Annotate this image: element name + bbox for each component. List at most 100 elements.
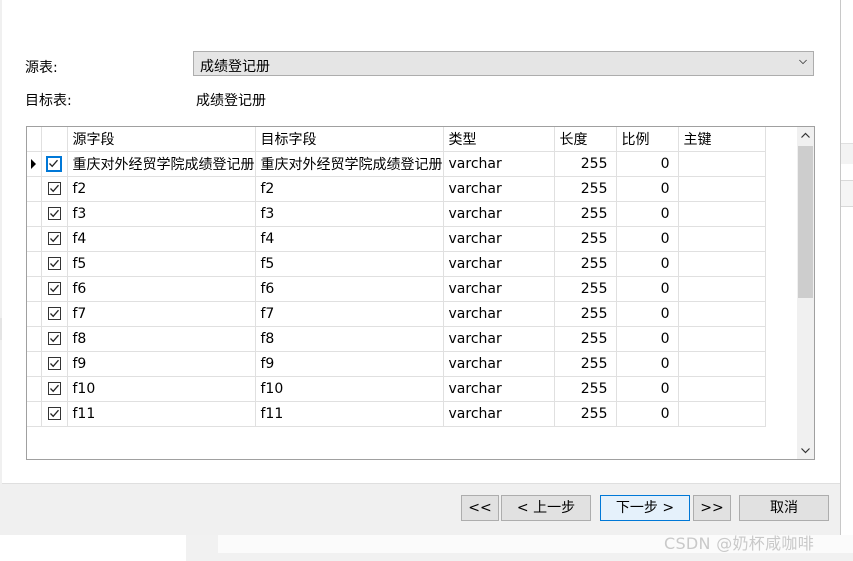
row-checkbox-cell[interactable]: [41, 376, 68, 402]
row-checkbox-cell[interactable]: [41, 176, 68, 202]
primary-key-cell[interactable]: [678, 401, 766, 427]
vertical-scrollbar[interactable]: [797, 127, 814, 459]
type-cell[interactable]: varchar: [443, 326, 555, 352]
type-cell[interactable]: varchar: [443, 301, 555, 327]
length-cell[interactable]: 255: [554, 251, 617, 277]
primary-key-cell[interactable]: [678, 276, 766, 302]
row-checkbox-cell[interactable]: [41, 326, 68, 352]
row-header[interactable]: [27, 151, 42, 177]
last-step-button[interactable]: >>: [693, 495, 731, 521]
column-header-source-field[interactable]: 源字段: [67, 127, 256, 152]
type-cell[interactable]: varchar: [443, 151, 555, 177]
source-field-cell[interactable]: f7: [67, 301, 256, 327]
include-field-checkbox[interactable]: [47, 207, 61, 220]
type-cell[interactable]: varchar: [443, 401, 555, 427]
source-field-cell[interactable]: f3: [67, 201, 256, 227]
row-header[interactable]: [27, 376, 42, 402]
row-checkbox-cell[interactable]: [41, 226, 68, 252]
length-cell[interactable]: 255: [554, 376, 617, 402]
type-cell[interactable]: varchar: [443, 176, 555, 202]
row-header[interactable]: [27, 301, 42, 327]
scale-cell[interactable]: 0: [616, 326, 679, 352]
primary-key-cell[interactable]: [678, 201, 766, 227]
scale-cell[interactable]: 0: [616, 276, 679, 302]
row-header[interactable]: [27, 326, 42, 352]
row-header[interactable]: [27, 251, 42, 277]
include-field-checkbox[interactable]: [47, 382, 61, 395]
type-cell[interactable]: varchar: [443, 201, 555, 227]
table-row[interactable]: f5 f5 varchar 255 0: [27, 251, 766, 277]
source-field-cell[interactable]: f2: [67, 176, 256, 202]
row-checkbox-cell[interactable]: [41, 151, 68, 177]
source-field-cell[interactable]: f8: [67, 326, 256, 352]
include-field-checkbox[interactable]: [47, 357, 61, 370]
scale-cell[interactable]: 0: [616, 176, 679, 202]
scale-cell[interactable]: 0: [616, 376, 679, 402]
length-cell[interactable]: 255: [554, 326, 617, 352]
include-field-checkbox[interactable]: [47, 182, 61, 195]
first-step-button[interactable]: <<: [461, 495, 499, 521]
length-cell[interactable]: 255: [554, 201, 617, 227]
scale-cell[interactable]: 0: [616, 301, 679, 327]
source-field-cell[interactable]: f4: [67, 226, 256, 252]
scale-cell[interactable]: 0: [616, 226, 679, 252]
table-row[interactable]: f7 f7 varchar 255 0: [27, 301, 766, 327]
length-cell[interactable]: 255: [554, 351, 617, 377]
source-table-combobox[interactable]: 成绩登记册: [193, 51, 814, 76]
source-field-cell[interactable]: 重庆对外经贸学院成绩登记册: [67, 151, 256, 177]
cancel-button[interactable]: 取消: [739, 495, 829, 521]
row-checkbox-cell[interactable]: [41, 401, 68, 427]
row-header[interactable]: [27, 201, 42, 227]
primary-key-cell[interactable]: [678, 176, 766, 202]
source-field-cell[interactable]: f6: [67, 276, 256, 302]
include-field-checkbox[interactable]: [47, 257, 61, 270]
target-field-cell[interactable]: f8: [255, 326, 444, 352]
primary-key-cell[interactable]: [678, 326, 766, 352]
include-field-checkbox[interactable]: [47, 307, 61, 320]
table-row[interactable]: f11 f11 varchar 255 0: [27, 401, 766, 427]
target-field-cell[interactable]: f2: [255, 176, 444, 202]
source-field-cell[interactable]: f5: [67, 251, 256, 277]
length-cell[interactable]: 255: [554, 301, 617, 327]
primary-key-cell[interactable]: [678, 301, 766, 327]
table-row[interactable]: f3 f3 varchar 255 0: [27, 201, 766, 227]
scrollbar-thumb[interactable]: [798, 146, 813, 298]
table-row[interactable]: f6 f6 varchar 255 0: [27, 276, 766, 302]
type-cell[interactable]: varchar: [443, 351, 555, 377]
scale-cell[interactable]: 0: [616, 151, 679, 177]
row-checkbox-cell[interactable]: [41, 276, 68, 302]
include-field-checkbox[interactable]: [47, 407, 61, 420]
row-header[interactable]: [27, 176, 42, 202]
target-field-cell[interactable]: f11: [255, 401, 444, 427]
table-row[interactable]: f4 f4 varchar 255 0: [27, 226, 766, 252]
table-row[interactable]: 重庆对外经贸学院成绩登记册 重庆对外经贸学院成绩登记册 varchar 255 0: [27, 151, 766, 177]
row-checkbox-cell[interactable]: [41, 301, 68, 327]
type-cell[interactable]: varchar: [443, 376, 555, 402]
target-field-cell[interactable]: 重庆对外经贸学院成绩登记册: [255, 151, 444, 177]
row-header[interactable]: [27, 276, 42, 302]
primary-key-cell[interactable]: [678, 251, 766, 277]
primary-key-cell[interactable]: [678, 226, 766, 252]
table-row[interactable]: f9 f9 varchar 255 0: [27, 351, 766, 377]
source-field-cell[interactable]: f11: [67, 401, 256, 427]
row-checkbox-cell[interactable]: [41, 201, 68, 227]
column-header-length[interactable]: 长度: [554, 127, 617, 152]
primary-key-cell[interactable]: [678, 351, 766, 377]
row-checkbox-cell[interactable]: [41, 251, 68, 277]
scale-cell[interactable]: 0: [616, 251, 679, 277]
length-cell[interactable]: 255: [554, 276, 617, 302]
target-field-cell[interactable]: f3: [255, 201, 444, 227]
table-row[interactable]: f2 f2 varchar 255 0: [27, 176, 766, 202]
length-cell[interactable]: 255: [554, 401, 617, 427]
column-header-scale[interactable]: 比例: [616, 127, 679, 152]
include-field-checkbox[interactable]: [46, 155, 62, 172]
row-header[interactable]: [27, 401, 42, 427]
scroll-up-icon[interactable]: [797, 127, 814, 144]
target-field-cell[interactable]: f7: [255, 301, 444, 327]
scale-cell[interactable]: 0: [616, 401, 679, 427]
target-field-cell[interactable]: f10: [255, 376, 444, 402]
length-cell[interactable]: 255: [554, 151, 617, 177]
field-mapping-grid[interactable]: 源字段 目标字段 类型 长度 比例 主键 重庆对外经贸学院成绩登记册 重庆对外经贸…: [26, 126, 815, 460]
row-checkbox-cell[interactable]: [41, 351, 68, 377]
scale-cell[interactable]: 0: [616, 351, 679, 377]
